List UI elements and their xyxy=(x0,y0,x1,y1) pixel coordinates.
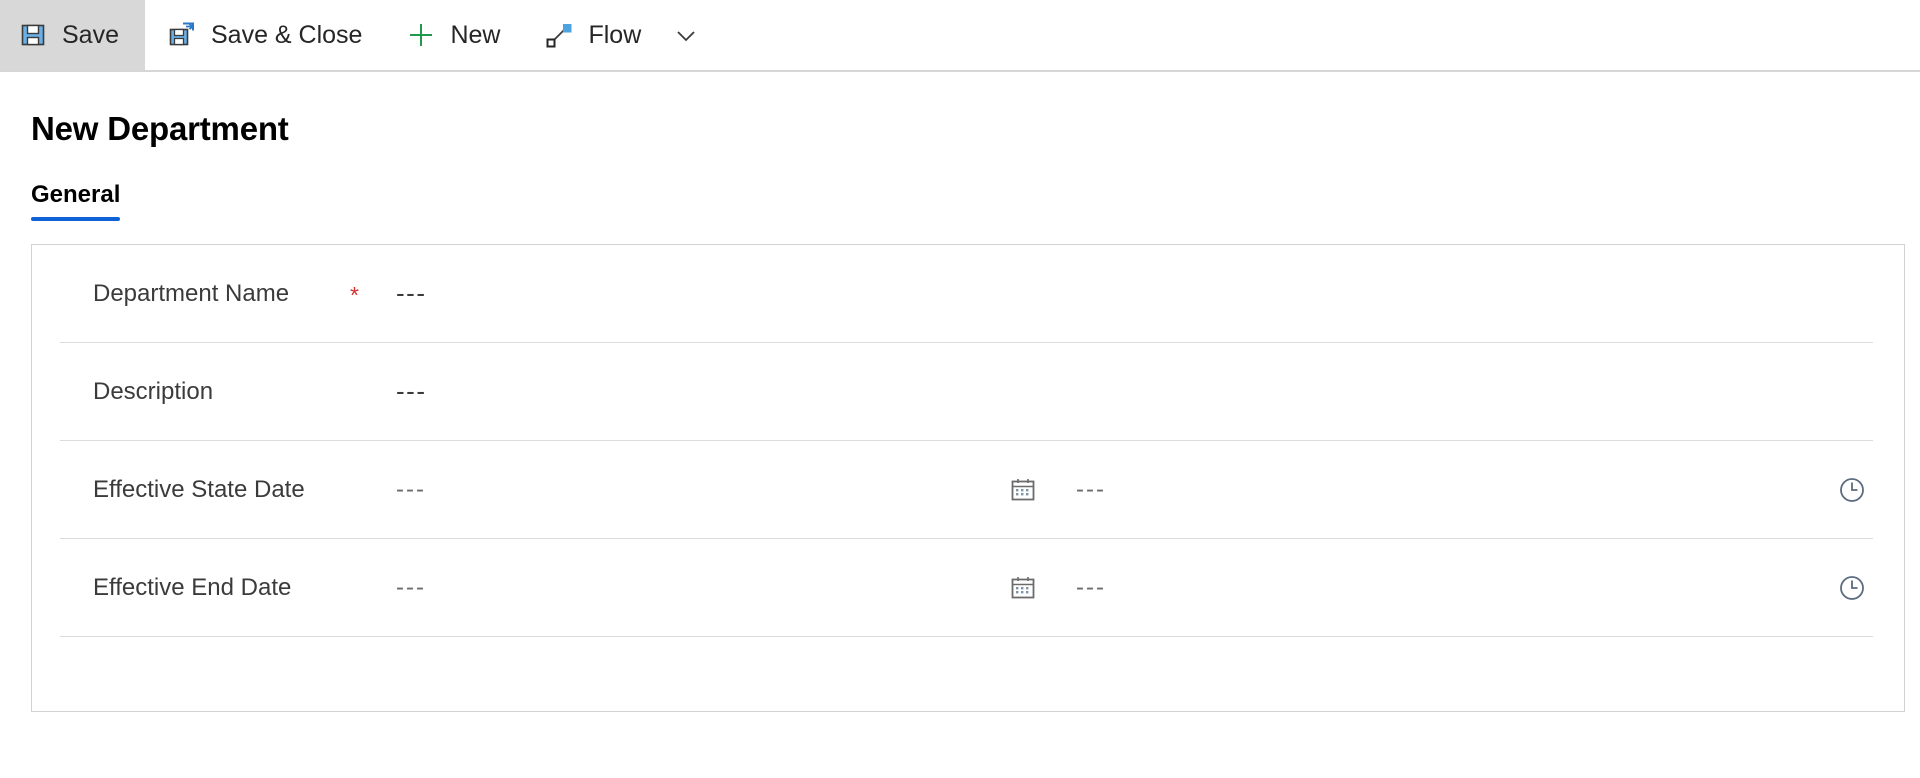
save-and-close-button-label: Save & Close xyxy=(210,20,363,49)
field-row-department-name: Department Name * --- xyxy=(60,245,1873,343)
field-label-effective-state-date: Effective State Date xyxy=(93,475,305,503)
save-and-close-button[interactable]: Save & Close xyxy=(145,0,384,70)
field-row-effective-state-date: Effective State Date --- --- xyxy=(60,441,1873,539)
new-button[interactable]: New xyxy=(384,0,522,70)
field-label-description: Description xyxy=(93,377,214,405)
required-indicator-department-name: * xyxy=(350,282,359,308)
save-button[interactable]: Save xyxy=(0,0,145,70)
chevron-down-icon xyxy=(671,20,701,50)
calendar-icon[interactable] xyxy=(1006,473,1040,507)
field-value-effective-state-time[interactable]: --- xyxy=(1076,476,1636,504)
save-and-close-icon xyxy=(167,20,197,50)
field-value-description[interactable]: --- xyxy=(396,376,426,407)
tab-list: General xyxy=(31,181,1920,221)
field-row-effective-end-date: Effective End Date --- --- xyxy=(60,539,1873,637)
clock-icon[interactable] xyxy=(1835,473,1869,507)
field-value-effective-state-date[interactable]: --- xyxy=(396,476,1006,504)
tab-general-label: General xyxy=(31,181,121,208)
field-value-effective-end-time[interactable]: --- xyxy=(1076,574,1636,602)
new-button-label: New xyxy=(450,20,501,49)
calendar-icon[interactable] xyxy=(1006,571,1040,605)
field-row-description: Description --- xyxy=(60,343,1873,441)
command-bar: Save Save & Close New Flow xyxy=(0,0,1920,72)
save-button-label: Save xyxy=(62,20,119,49)
field-label-department-name: Department Name xyxy=(93,279,290,307)
clock-icon[interactable] xyxy=(1835,571,1869,605)
field-value-department-name[interactable]: --- xyxy=(396,278,426,309)
plus-icon xyxy=(406,20,436,50)
flow-icon xyxy=(544,20,574,50)
general-form-card: Department Name * --- Description --- Ef… xyxy=(31,244,1905,712)
tab-general[interactable]: General xyxy=(31,181,121,221)
save-icon xyxy=(18,20,48,50)
page-title: New Department xyxy=(31,110,289,147)
flow-button[interactable]: Flow xyxy=(522,0,663,70)
flow-button-label: Flow xyxy=(588,20,642,49)
command-bar-overflow-button[interactable] xyxy=(663,0,723,70)
field-label-effective-end-date: Effective End Date xyxy=(93,573,292,601)
field-value-effective-end-date[interactable]: --- xyxy=(396,574,1006,602)
page-body: New Department General Department Name *… xyxy=(0,110,1920,712)
